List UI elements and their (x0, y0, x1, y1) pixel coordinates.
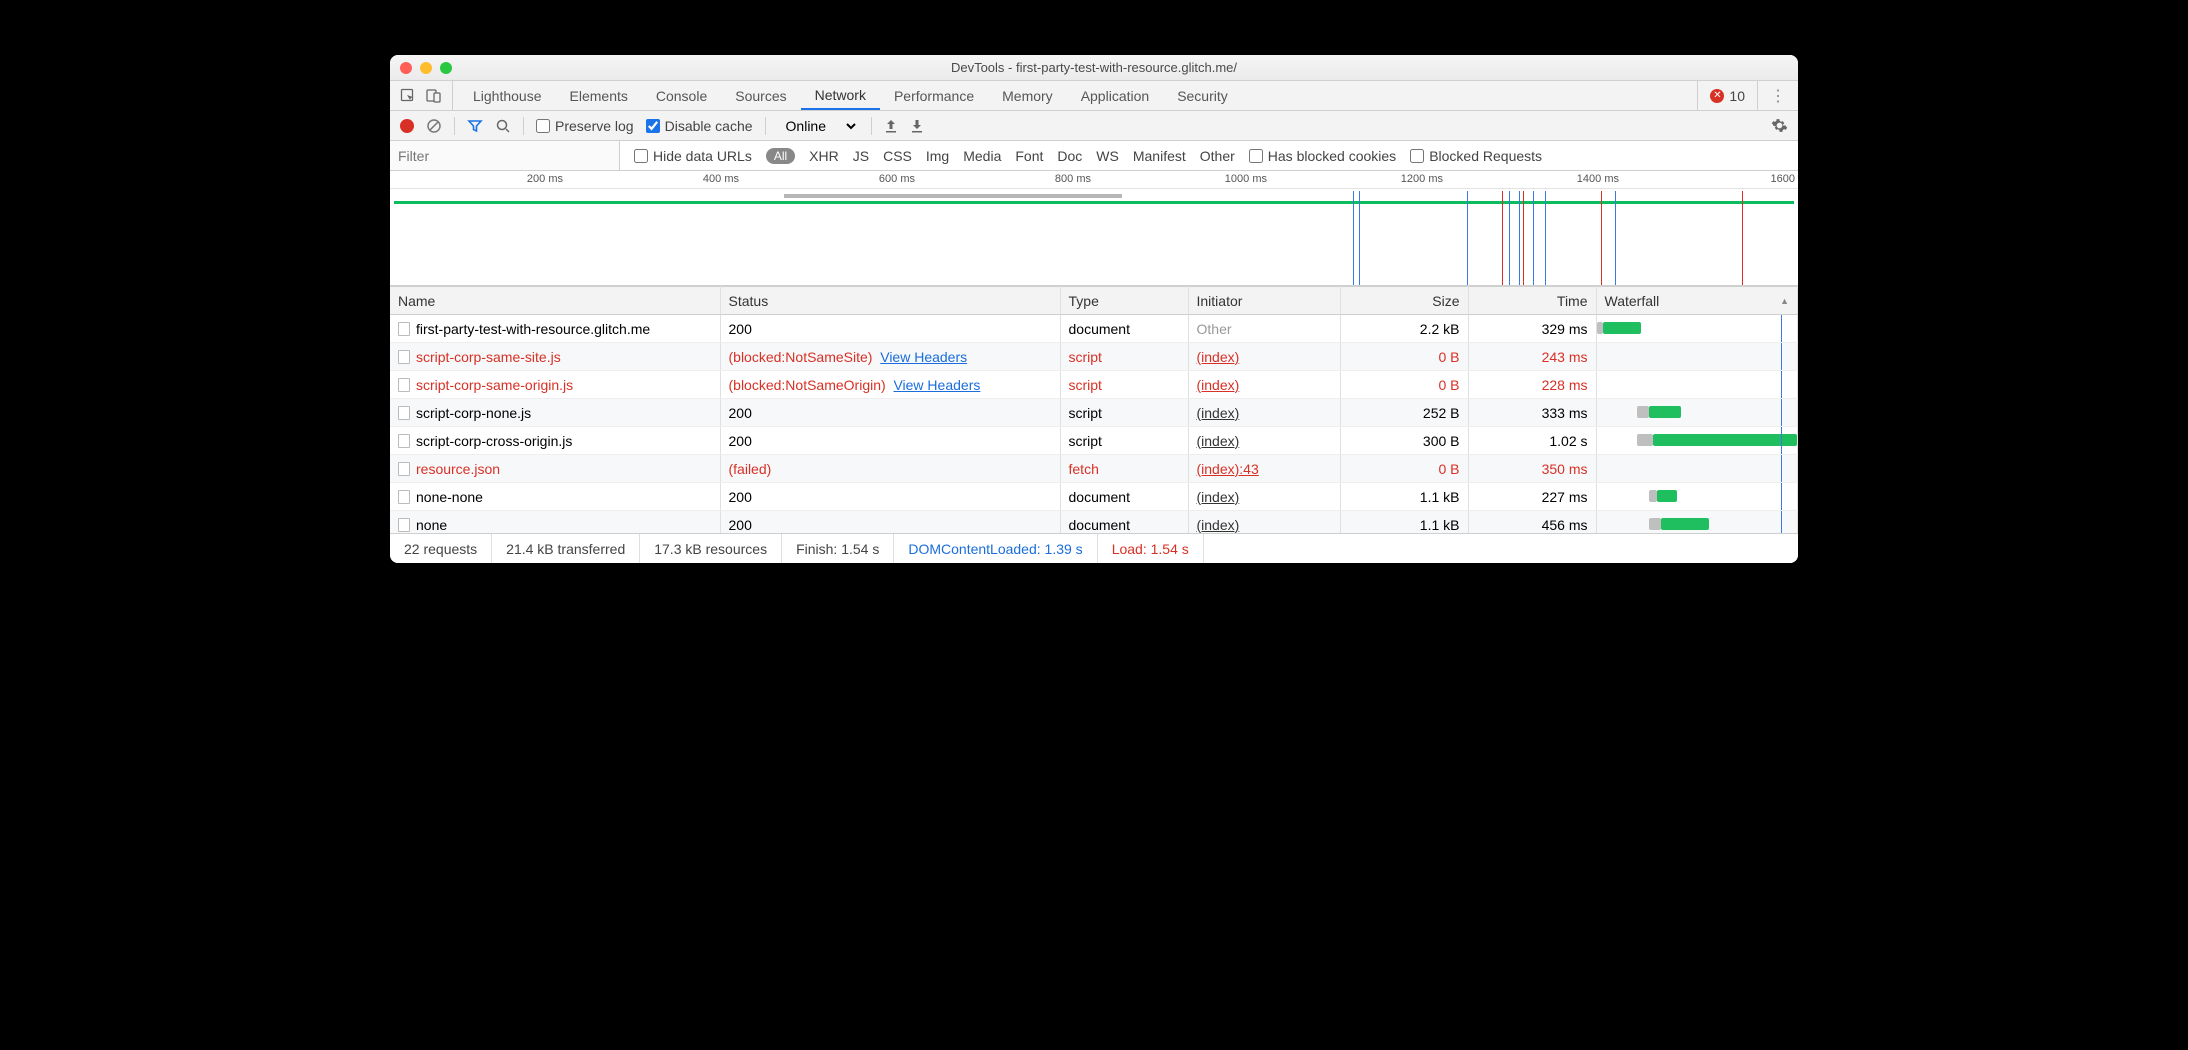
filter-bar: Hide data URLs All XHR JS CSS Img Media Font Do… (390, 141, 1798, 171)
type-filter-css[interactable]: CSS (883, 148, 912, 164)
type-filter-img[interactable]: Img (926, 148, 949, 164)
error-counter[interactable]: ✕ 10 (1697, 81, 1757, 110)
status-load: Load: 1.54 s (1098, 534, 1204, 563)
status-resources: 17.3 kB resources (640, 534, 782, 563)
column-waterfall[interactable]: Waterfall (1596, 287, 1798, 315)
file-icon (398, 490, 410, 504)
table-row[interactable]: first-party-test-with-resource.glitch.me… (390, 315, 1798, 343)
initiator-link[interactable]: Other (1197, 321, 1232, 337)
filter-toggle-icon[interactable] (467, 118, 483, 134)
initiator-link[interactable]: (index) (1197, 377, 1240, 393)
initiator-link[interactable]: (index) (1197, 489, 1240, 505)
type-filter-media[interactable]: Media (963, 148, 1001, 164)
table-row[interactable]: script-corp-none.js200script(index)252 B… (390, 399, 1798, 427)
column-initiator[interactable]: Initiator (1188, 287, 1340, 315)
status-requests: 22 requests (390, 534, 492, 563)
view-headers-link[interactable]: View Headers (880, 349, 967, 365)
tab-application[interactable]: Application (1067, 81, 1164, 110)
tab-console[interactable]: Console (642, 81, 721, 110)
file-icon (398, 462, 410, 476)
record-button[interactable] (400, 119, 414, 133)
overview-activity-line (394, 201, 1794, 204)
table-row[interactable]: resource.json(failed)fetch(index):430 B3… (390, 455, 1798, 483)
devtools-window: DevTools - first-party-test-with-resourc… (390, 55, 1798, 563)
file-icon (398, 322, 410, 336)
error-count: 10 (1729, 88, 1745, 104)
initiator-link[interactable]: (index) (1197, 433, 1240, 449)
network-table: NameStatusTypeInitiatorSizeTimeWaterfall… (390, 286, 1798, 533)
preserve-log-checkbox[interactable]: Preserve log (536, 118, 634, 134)
titlebar: DevTools - first-party-test-with-resourc… (390, 55, 1798, 81)
table-row[interactable]: script-corp-same-site.js(blocked:NotSame… (390, 343, 1798, 371)
throttling-select[interactable]: Online (778, 115, 859, 137)
tab-elements[interactable]: Elements (556, 81, 642, 110)
network-toolbar: Preserve log Disable cache Online (390, 111, 1798, 141)
error-badge-icon: ✕ (1710, 89, 1724, 103)
status-dcl: DOMContentLoaded: 1.39 s (894, 534, 1097, 563)
table-row[interactable]: none200document(index)1.1 kB456 ms (390, 511, 1798, 534)
column-time[interactable]: Time (1468, 287, 1596, 315)
device-icon[interactable] (426, 88, 442, 104)
tab-lighthouse[interactable]: Lighthouse (459, 81, 556, 110)
disable-cache-checkbox[interactable]: Disable cache (646, 118, 753, 134)
view-headers-link[interactable]: View Headers (893, 377, 980, 393)
column-name[interactable]: Name (390, 287, 720, 315)
type-filter-ws[interactable]: WS (1096, 148, 1119, 164)
filter-input[interactable] (390, 141, 620, 170)
tab-sources[interactable]: Sources (721, 81, 800, 110)
has-blocked-cookies-checkbox[interactable]: Has blocked cookies (1249, 148, 1396, 164)
tab-memory[interactable]: Memory (988, 81, 1067, 110)
type-filter-all[interactable]: All (766, 148, 795, 164)
initiator-link[interactable]: (index) (1197, 405, 1240, 421)
more-menu-icon[interactable]: ⋮ (1757, 81, 1798, 110)
type-filter-font[interactable]: Font (1015, 148, 1043, 164)
column-status[interactable]: Status (720, 287, 1060, 315)
hide-data-urls-checkbox[interactable]: Hide data URLs (634, 148, 752, 164)
type-filter-js[interactable]: JS (853, 148, 869, 164)
file-icon (398, 406, 410, 420)
table-row[interactable]: script-corp-same-origin.js(blocked:NotSa… (390, 371, 1798, 399)
tab-security[interactable]: Security (1163, 81, 1242, 110)
inspect-icon[interactable] (400, 88, 416, 104)
search-icon[interactable] (495, 118, 511, 134)
file-icon (398, 434, 410, 448)
table-row[interactable]: script-corp-cross-origin.js200script(ind… (390, 427, 1798, 455)
initiator-link[interactable]: (index):43 (1197, 461, 1259, 477)
tab-network[interactable]: Network (801, 81, 880, 110)
timeline-overview[interactable]: 200 ms400 ms600 ms800 ms1000 ms1200 ms14… (390, 171, 1798, 286)
file-icon (398, 350, 410, 364)
upload-har-icon[interactable] (884, 119, 898, 133)
panel-tabstrip: LighthouseElementsConsoleSourcesNetworkP… (390, 81, 1798, 111)
status-finish: Finish: 1.54 s (782, 534, 894, 563)
file-icon (398, 518, 410, 532)
initiator-link[interactable]: (index) (1197, 349, 1240, 365)
file-icon (398, 378, 410, 392)
column-type[interactable]: Type (1060, 287, 1188, 315)
blocked-requests-checkbox[interactable]: Blocked Requests (1410, 148, 1542, 164)
settings-icon[interactable] (1771, 117, 1788, 134)
initiator-link[interactable]: (index) (1197, 517, 1240, 533)
tab-performance[interactable]: Performance (880, 81, 988, 110)
download-har-icon[interactable] (910, 119, 924, 133)
column-size[interactable]: Size (1340, 287, 1468, 315)
table-row[interactable]: none-none200document(index)1.1 kB227 ms (390, 483, 1798, 511)
window-title: DevTools - first-party-test-with-resourc… (390, 60, 1798, 75)
status-transferred: 21.4 kB transferred (492, 534, 640, 563)
status-bar: 22 requests 21.4 kB transferred 17.3 kB … (390, 533, 1798, 563)
clear-icon[interactable] (426, 118, 442, 134)
type-filter-doc[interactable]: Doc (1057, 148, 1082, 164)
type-filter-manifest[interactable]: Manifest (1133, 148, 1186, 164)
type-filter-xhr[interactable]: XHR (809, 148, 839, 164)
type-filter-other[interactable]: Other (1200, 148, 1235, 164)
